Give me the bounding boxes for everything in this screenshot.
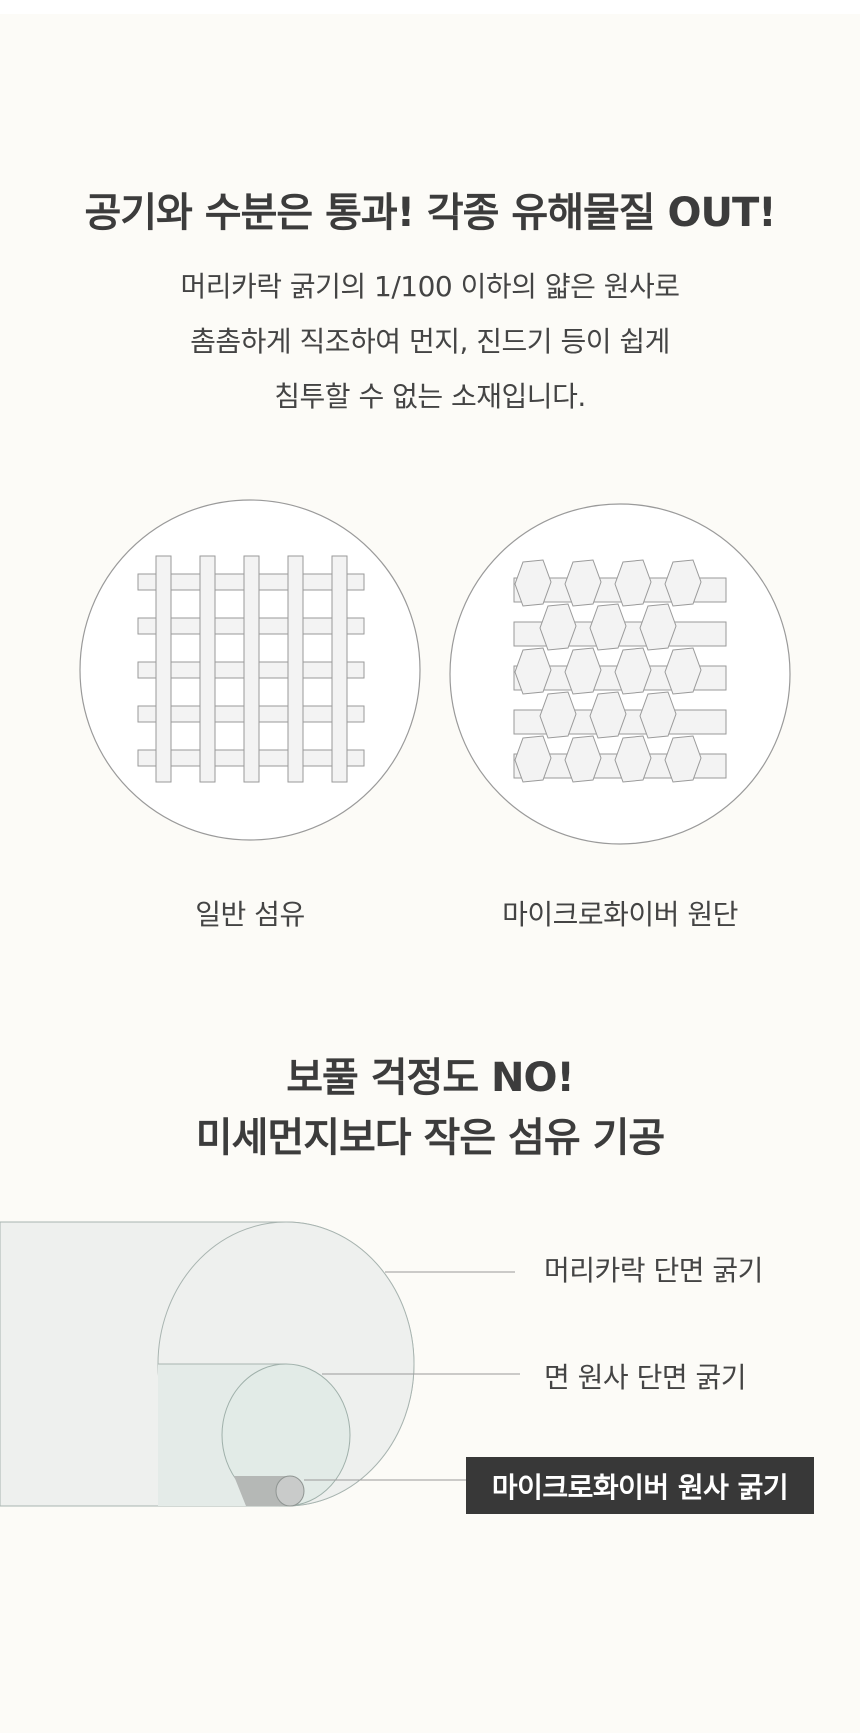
section2-title-line2: 미세먼지보다 작은 섬유 기공 <box>195 1115 665 1161</box>
hair-thickness-label: 머리카락 단면 굵기 <box>544 1254 763 1287</box>
microfiber-weave-icon <box>449 503 791 845</box>
section-title: 공기와 수분은 통과! 각종 유해물질 OUT! <box>84 190 776 236</box>
section2-title-line1: 보풀 걱정도 NO! <box>286 1055 575 1101</box>
cotton-thickness-label: 면 원사 단면 굵기 <box>544 1361 747 1394</box>
regular-weave-icon <box>79 499 421 841</box>
description-line: 머리카락 굵기의 1/100 이하의 얇은 원사로 <box>180 270 680 303</box>
description-line: 촘촘하게 직조하여 먼지, 진드기 등이 쉽게 <box>190 325 670 358</box>
regular-fabric-caption: 일반 섬유 <box>195 898 305 931</box>
description-line: 침투할 수 없는 소재입니다. <box>274 380 586 413</box>
page: 공기와 수분은 통과! 각종 유해물질 OUT! 머리카락 굵기의 1/100 … <box>0 0 860 1733</box>
microfiber-fabric-caption: 마이크로화이버 원단 <box>502 898 738 931</box>
microfiber-thickness-label: 마이크로화이버 원사 굵기 <box>466 1457 814 1514</box>
